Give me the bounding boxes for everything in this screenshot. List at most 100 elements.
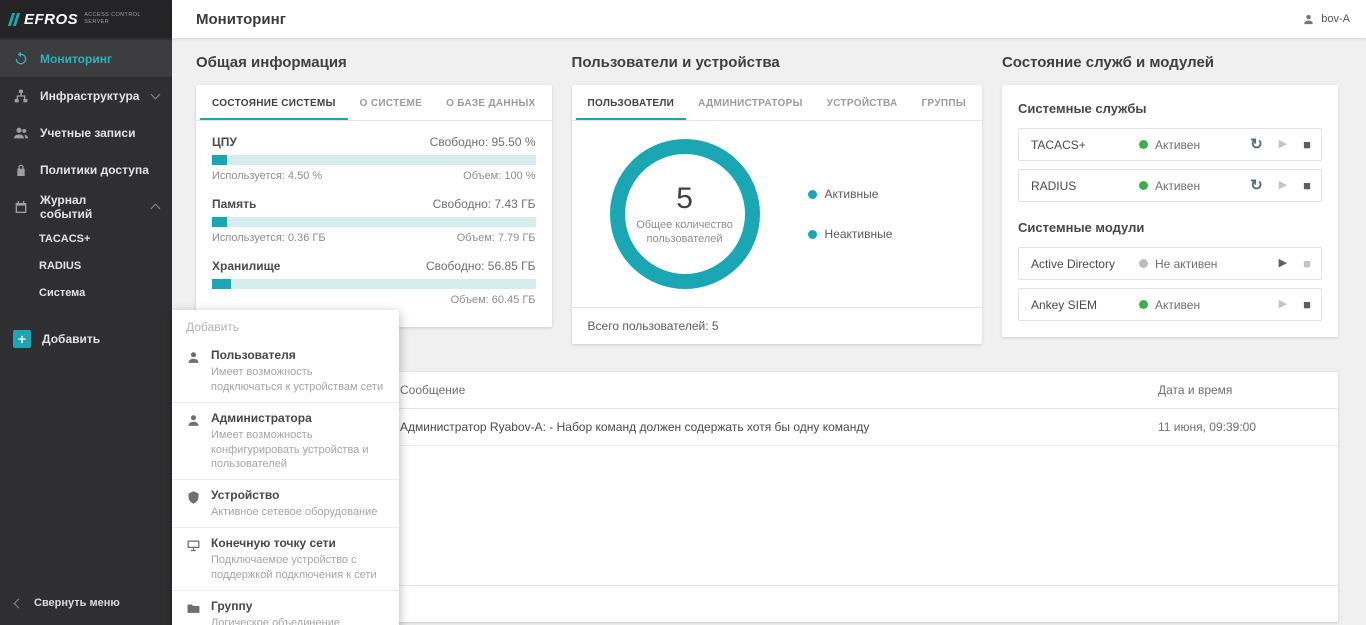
- module-row-ankey-siem: Ankey SIEM Активен ▶ ■: [1018, 288, 1322, 321]
- progress-track: [212, 217, 536, 227]
- users-icon: [13, 125, 29, 141]
- chevron-left-icon: [14, 598, 24, 608]
- users-tabs: ПОЛЬЗОВАТЕЛИ АДМИНИСТРАТОРЫ УСТРОЙСТВА Г…: [572, 85, 982, 121]
- legend-item-inactive: Неактивные: [808, 227, 893, 241]
- users-donut-chart: 5 Общее количество пользователей: [610, 139, 760, 289]
- users-legend: Активные Неактивные: [808, 187, 893, 241]
- progress-track: [212, 279, 536, 289]
- start-module-icon[interactable]: ▶: [1279, 258, 1287, 269]
- menu-item-description: Подключаемое устройство с поддержкой под…: [211, 553, 387, 583]
- sidebar-item-label: Учетные записи: [40, 126, 135, 140]
- sidebar-item-label: Журнал событий: [40, 193, 141, 221]
- metric-free: Свободно: 56.85 ГБ: [426, 259, 536, 273]
- sidebar-item-add[interactable]: + Добавить: [0, 320, 172, 357]
- section-title-general: Общая информация: [196, 54, 552, 71]
- user-name: bov-A: [1321, 13, 1350, 25]
- add-menu-item-group[interactable]: Группу Логическое объединение сущностей: [172, 591, 399, 625]
- metric-name: Память: [212, 197, 256, 211]
- restart-service-icon[interactable]: ↻: [1250, 137, 1263, 152]
- general-info-section: Общая информация СОСТОЯНИЕ СИСТЕМЫ О СИС…: [196, 54, 552, 327]
- users-devices-section: Пользователи и устройства ПОЛЬЗОВАТЕЛИ А…: [572, 54, 982, 344]
- logo-mark-icon: [8, 13, 20, 26]
- menu-item-description: Активное сетевое оборудование: [211, 505, 377, 520]
- modules-group-title: Системные модули: [1018, 220, 1322, 235]
- stop-module-icon[interactable]: ■: [1303, 298, 1311, 311]
- metric-total: Объем: 60.45 ГБ: [451, 294, 536, 307]
- stop-service-icon[interactable]: ■: [1303, 138, 1311, 151]
- service-name: RADIUS: [1031, 179, 1139, 193]
- status-dot: [1139, 140, 1148, 149]
- calendar-icon: [13, 199, 29, 215]
- status-dot: [1139, 300, 1148, 309]
- sidebar-item-access-policies[interactable]: Политики доступа: [0, 151, 172, 188]
- restart-service-icon[interactable]: ↻: [1250, 178, 1263, 193]
- cell-datetime: 11 июня, 09:39:00: [1158, 420, 1338, 434]
- admin-icon: [186, 413, 201, 428]
- sidebar-item-event-log[interactable]: Журнал событий: [0, 188, 172, 225]
- module-name: Ankey SIEM: [1031, 298, 1139, 312]
- users-chart-area: 5 Общее количество пользователей Активны…: [572, 121, 982, 307]
- user-icon: [186, 350, 201, 365]
- metric-storage: Хранилище Свободно: 56.85 ГБ Объем: 60.4…: [212, 259, 536, 307]
- services-card: Системные службы TACACS+ Активен ↻ ▶ ■: [1002, 85, 1338, 337]
- service-name: TACACS+: [1031, 138, 1139, 152]
- service-row-tacacs: TACACS+ Активен ↻ ▶ ■: [1018, 128, 1322, 161]
- menu-item-description: Имеет возможность конфигурировать устрой…: [211, 428, 387, 473]
- metric-memory: Память Свободно: 7.43 ГБ Используется: 0…: [212, 197, 536, 245]
- menu-item-description: Имеет возможность подключаться к устройс…: [211, 365, 387, 395]
- tab-groups[interactable]: ГРУППЫ: [910, 85, 978, 120]
- menu-item-label: Устройство: [211, 488, 377, 502]
- collapse-menu-button[interactable]: Свернуть меню: [0, 581, 172, 625]
- tab-about-database[interactable]: О БАЗЕ ДАННЫХ: [434, 85, 547, 120]
- services-group-title: Системные службы: [1018, 101, 1322, 116]
- cell-message: Администратор Ryabov-A: - Набор команд д…: [400, 420, 1158, 434]
- sidebar-subitem-tacacs[interactable]: TACACS+: [0, 225, 172, 252]
- metric-free: Свободно: 95.50 %: [430, 135, 536, 149]
- sidebar-item-label: Мониторинг: [40, 52, 112, 66]
- user-menu[interactable]: bov-A: [1302, 13, 1350, 26]
- user-icon: [1302, 13, 1315, 26]
- sidebar-item-label: Инфраструктура: [40, 89, 139, 103]
- module-name: Active Directory: [1031, 257, 1139, 271]
- tab-system-state[interactable]: СОСТОЯНИЕ СИСТЕМЫ: [200, 85, 348, 120]
- lock-icon: [13, 162, 29, 178]
- status-dot: [1139, 181, 1148, 190]
- add-menu-item-device[interactable]: Устройство Активное сетевое оборудование: [172, 480, 399, 528]
- users-devices-card: ПОЛЬЗОВАТЕЛИ АДМИНИСТРАТОРЫ УСТРОЙСТВА Г…: [572, 85, 982, 344]
- metric-used: Используется: 0.36 ГБ: [212, 232, 326, 245]
- tab-about-system[interactable]: О СИСТЕМЕ: [348, 85, 434, 120]
- sidebar-item-monitoring[interactable]: Мониторинг: [0, 40, 172, 77]
- module-status: Не активен: [1139, 257, 1279, 271]
- add-menu-item-user[interactable]: Пользователя Имеет возможность подключат…: [172, 340, 399, 403]
- chevron-down-icon: [151, 89, 161, 99]
- add-menu-item-endpoint[interactable]: Конечную точку сети Подключаемое устройс…: [172, 528, 399, 591]
- users-total-label: Общее количество пользователей: [636, 218, 733, 247]
- start-service-icon[interactable]: ▶: [1279, 180, 1287, 191]
- monitoring-icon: [13, 51, 29, 67]
- start-module-icon[interactable]: ▶: [1279, 299, 1287, 310]
- start-service-icon[interactable]: ▶: [1279, 139, 1287, 150]
- metric-used: Используется: 4.50 %: [212, 170, 322, 183]
- progress-fill: [212, 155, 227, 165]
- infrastructure-icon: [13, 88, 29, 104]
- service-row-radius: RADIUS Активен ↻ ▶ ■: [1018, 169, 1322, 202]
- tab-users[interactable]: ПОЛЬЗОВАТЕЛИ: [576, 85, 687, 120]
- sidebar-item-accounts[interactable]: Учетные записи: [0, 114, 172, 151]
- tab-devices[interactable]: УСТРОЙСТВА: [815, 85, 910, 120]
- module-row-active-directory: Active Directory Не активен ▶ ■: [1018, 247, 1322, 280]
- sidebar-subitem-system[interactable]: Система: [0, 279, 172, 306]
- metric-total: Объем: 100 %: [463, 170, 535, 183]
- general-info-card: СОСТОЯНИЕ СИСТЕМЫ О СИСТЕМЕ О БАЗЕ ДАННЫ…: [196, 85, 552, 327]
- sidebar-subitem-radius[interactable]: RADIUS: [0, 252, 172, 279]
- general-tabs: СОСТОЯНИЕ СИСТЕМЫ О СИСТЕМЕ О БАЗЕ ДАННЫ…: [196, 85, 552, 121]
- stop-service-icon[interactable]: ■: [1303, 179, 1311, 192]
- add-menu-item-administrator[interactable]: Администратора Имеет возможность конфигу…: [172, 403, 399, 481]
- legend-item-active: Активные: [808, 187, 893, 201]
- plus-icon: +: [13, 330, 31, 348]
- sidebar: EFROS ACCESS CONTROL SERVER Мониторинг И…: [0, 0, 172, 625]
- tab-administrators[interactable]: АДМИНИСТРАТОРЫ: [686, 85, 815, 120]
- sidebar-item-infrastructure[interactable]: Инфраструктура: [0, 77, 172, 114]
- sidebar-nav: Мониторинг Инфраструктура Учетные записи…: [0, 38, 172, 357]
- stop-module-icon[interactable]: ■: [1303, 257, 1311, 270]
- menu-item-label: Группу: [211, 599, 387, 613]
